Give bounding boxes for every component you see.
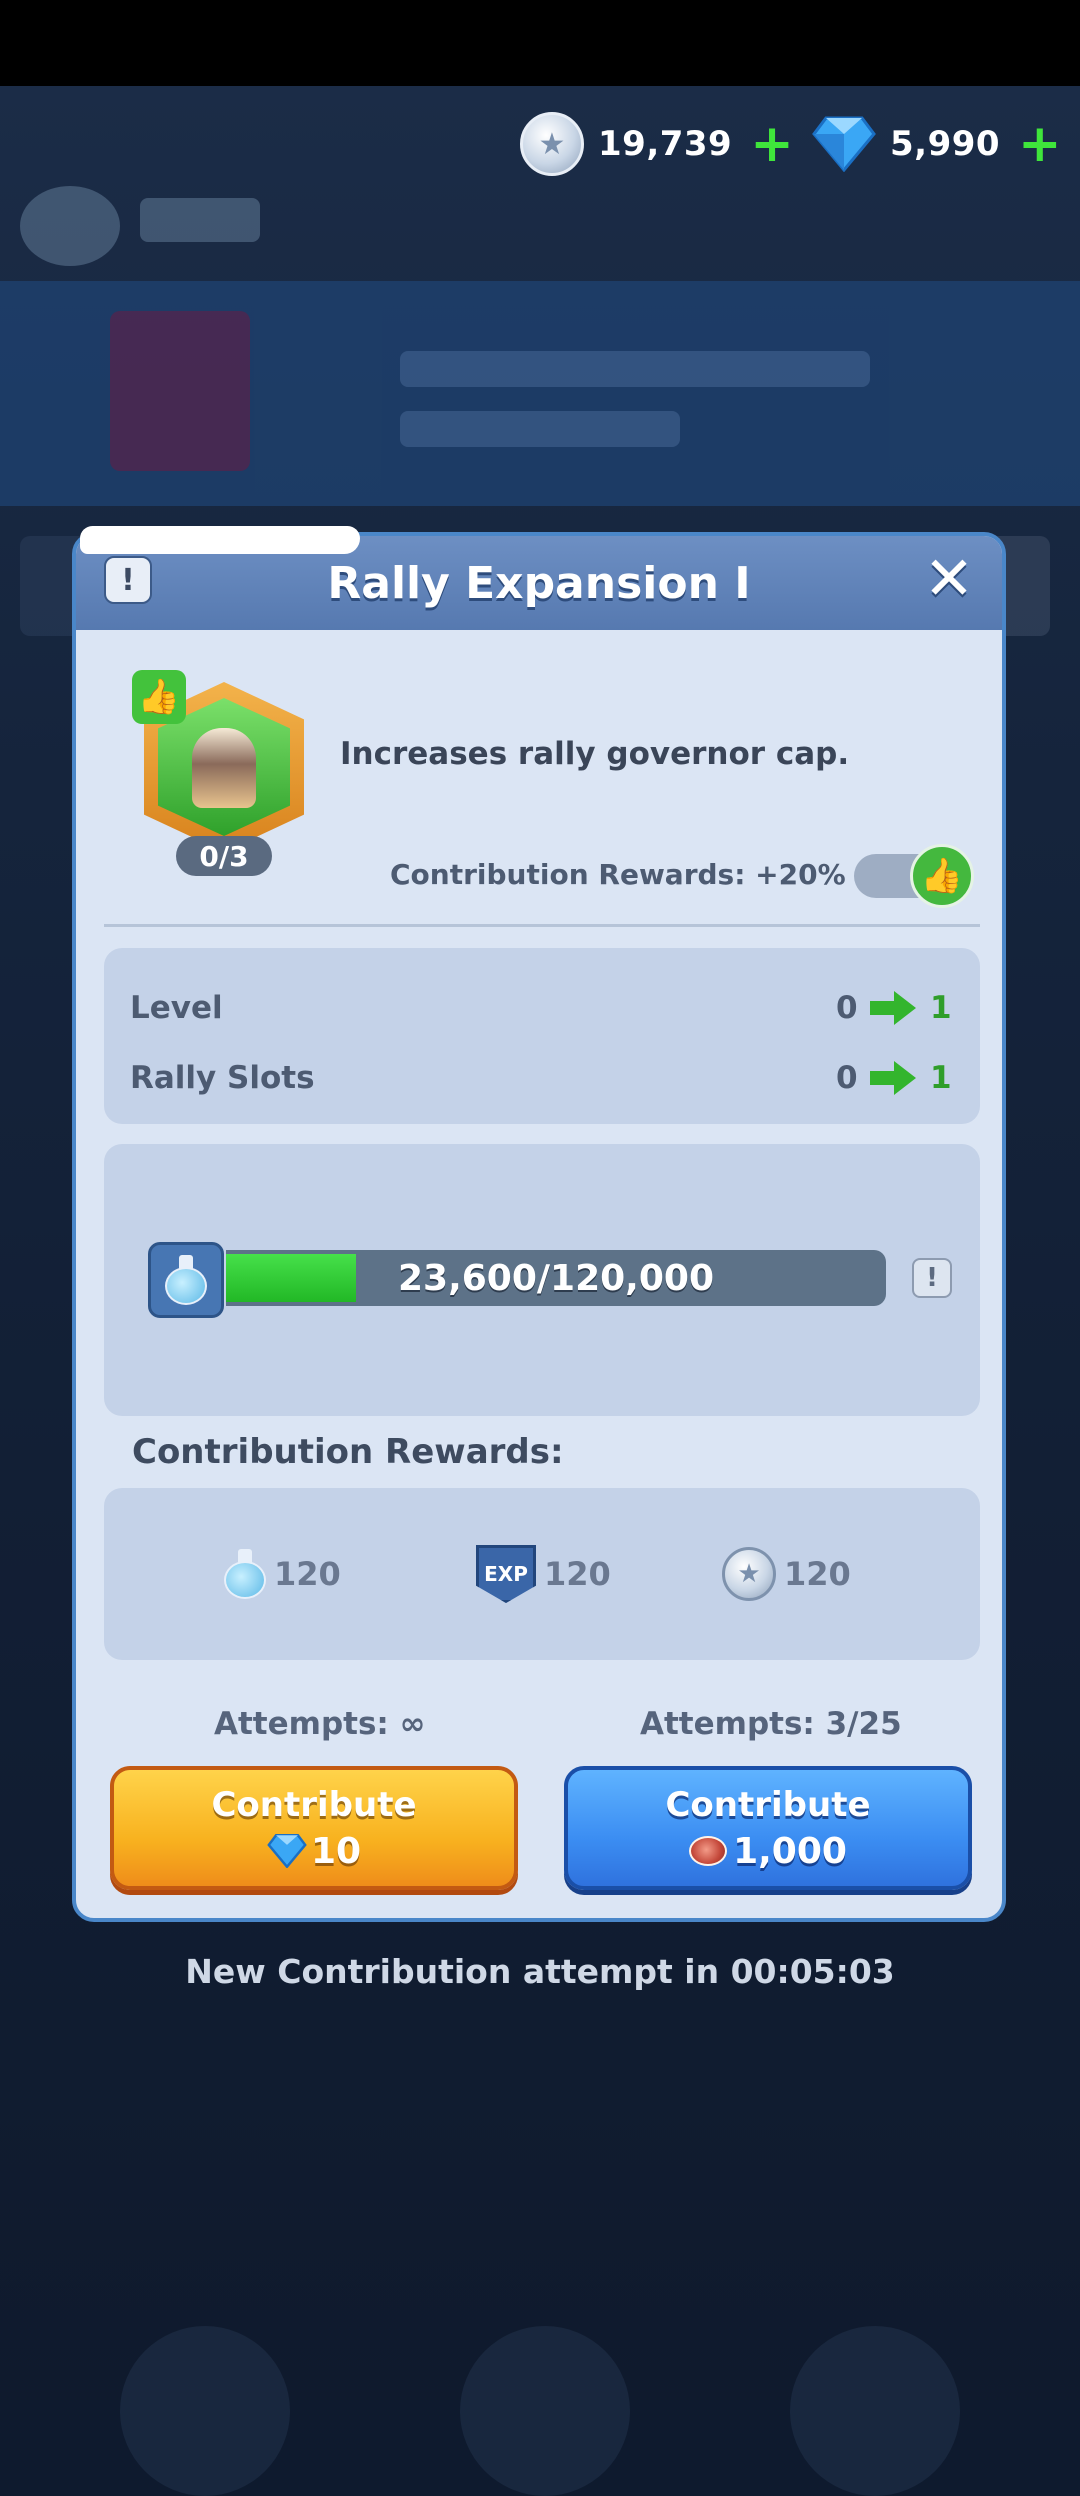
gem-currency[interactable]: 5,990 + [812, 108, 1062, 180]
gem-attempts: Attempts: ∞ [214, 1706, 426, 1742]
background-banner [0, 281, 1080, 506]
stat-row-level: Level 0 1 [130, 986, 960, 1030]
contribution-bonus-label: Contribution Rewards: +20% [390, 858, 846, 891]
stat-label: Rally Slots [130, 1060, 315, 1096]
background-icon [790, 2326, 960, 2496]
tech-badge: 👍 0/3 [132, 670, 314, 882]
status-bar [0, 0, 1080, 86]
dialog-header: Rally Expansion I ! ✕ [76, 526, 1002, 630]
reward-potion: 120 [224, 1542, 341, 1606]
button-label: Contribute [665, 1784, 871, 1825]
stats-panel: Level 0 1 Rally Slots 0 1 [104, 948, 980, 1124]
silver-coin-icon: ★ [722, 1547, 776, 1601]
progress-info-button[interactable]: ! [912, 1258, 952, 1298]
silver-currency[interactable]: ★ 19,739 + [520, 108, 794, 180]
arrow-right-icon [870, 991, 916, 1025]
rewards-title: Contribution Rewards: [132, 1432, 564, 1472]
gem-icon [267, 1834, 307, 1868]
gem-cost: 10 [310, 1830, 362, 1872]
potion-icon [224, 1549, 266, 1599]
close-button[interactable]: ✕ [918, 544, 980, 614]
reward-value: 120 [784, 1555, 851, 1593]
reward-silver: ★ 120 [722, 1542, 851, 1606]
governor-portrait [192, 728, 256, 808]
meat-attempts: Attempts: 3/25 [640, 1706, 902, 1742]
reward-value: 120 [544, 1555, 611, 1593]
stat-to: 1 [930, 990, 952, 1026]
divider [104, 924, 980, 927]
button-label: Contribute [211, 1784, 417, 1825]
stat-from: 0 [836, 990, 858, 1026]
progress-panel: 23,600/120,000 ! [104, 1144, 980, 1416]
silver-coin-icon: ★ [520, 112, 584, 176]
background-header [10, 186, 270, 266]
thumbs-up-icon: 👍 [910, 844, 974, 908]
reward-exp: EXP 120 [476, 1542, 611, 1606]
add-gems-button[interactable]: + [1018, 118, 1062, 170]
stat-label: Level [130, 990, 223, 1026]
potion-icon [165, 1255, 207, 1305]
contribution-progress-bar: 23,600/120,000 [226, 1250, 886, 1306]
next-attempt-timer: New Contribution attempt in 00:05:03 [185, 1952, 895, 1991]
add-silver-button[interactable]: + [750, 118, 794, 170]
stat-row-rally-slots: Rally Slots 0 1 [130, 1056, 960, 1100]
tech-description: Increases rally governor cap. [340, 736, 850, 772]
contribute-food-button[interactable]: Contribute 1,000 [564, 1766, 972, 1890]
thumbs-up-icon: 👍 [132, 670, 186, 724]
info-button[interactable]: ! [104, 556, 152, 604]
rewards-panel: 120 EXP 120 ★ 120 [104, 1488, 980, 1660]
contribute-gems-button[interactable]: Contribute 10 [110, 1766, 518, 1890]
rally-expansion-dialog: Rally Expansion I ! ✕ 👍 0/3 Increases ra… [72, 526, 1006, 1922]
arrow-right-icon [870, 1061, 916, 1095]
gem-icon [812, 116, 876, 172]
exp-icon: EXP [476, 1545, 536, 1603]
button-cost: 1,000 [689, 1831, 847, 1872]
potion-frame [148, 1242, 224, 1318]
stat-from: 0 [836, 1060, 858, 1096]
background-icon [460, 2326, 630, 2496]
meat-icon [689, 1836, 728, 1866]
food-cost: 1,000 [733, 1830, 847, 1872]
silver-amount: 19,739 [598, 124, 733, 164]
stat-to: 1 [930, 1060, 952, 1096]
reward-value: 120 [274, 1555, 341, 1593]
contribution-bonus-toggle[interactable]: 👍 [854, 844, 974, 908]
dialog-title: Rally Expansion I [327, 557, 751, 609]
badge-count: 0/3 [176, 836, 272, 876]
background-icon [120, 2326, 290, 2496]
button-cost: 10 [267, 1831, 361, 1872]
progress-text: 23,600/120,000 [397, 1257, 715, 1299]
gem-amount: 5,990 [890, 124, 1001, 164]
